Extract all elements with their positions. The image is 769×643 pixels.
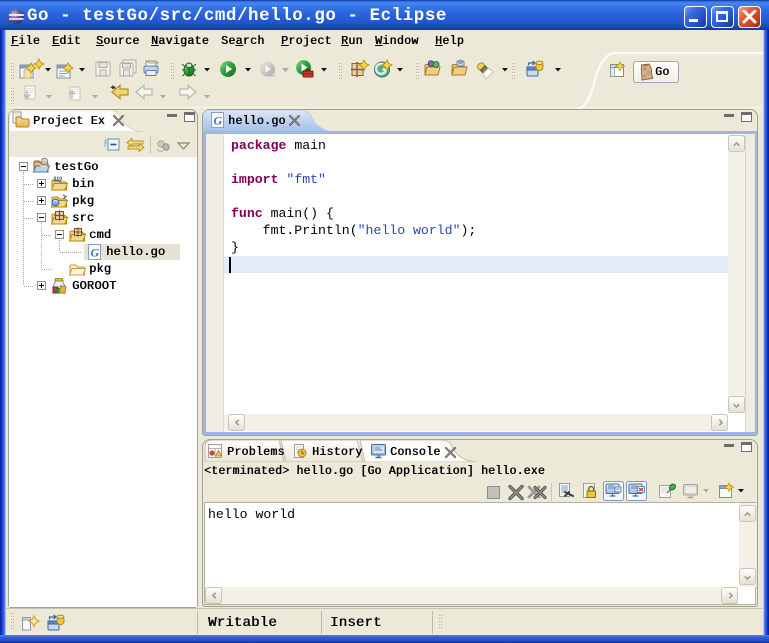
svg-text:G: G xyxy=(91,246,100,260)
svg-text:010: 010 xyxy=(54,177,63,183)
svg-text:G: G xyxy=(214,114,223,128)
